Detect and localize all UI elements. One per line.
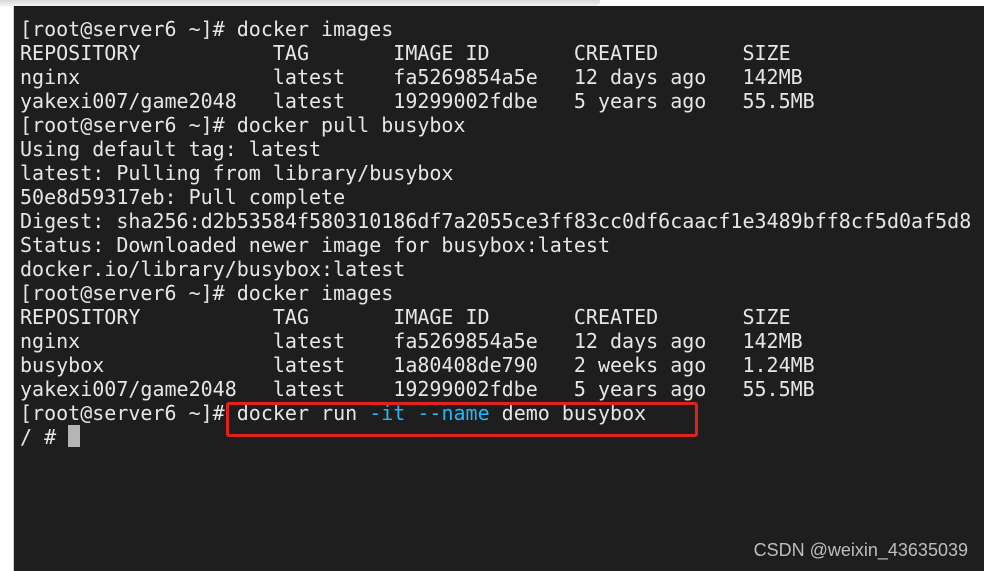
command-args: demo busybox xyxy=(489,401,647,425)
terminal-line: nginx latest fa5269854a5e 12 days ago 14… xyxy=(20,329,803,353)
terminal-line: docker.io/library/busybox:latest xyxy=(20,257,406,281)
watermark: CSDN @weixin_43635039 xyxy=(753,540,968,560)
terminal-line: busybox latest 1a80408de790 2 weeks ago … xyxy=(20,353,815,377)
terminal-line: Using default tag: latest xyxy=(20,137,322,161)
screenshot-window: [root@server6 ~]# docker images REPOSITO… xyxy=(0,0,984,571)
terminal-cursor xyxy=(68,425,81,447)
terminal-line: yakexi007/game2048 latest 19299002fdbe 5… xyxy=(20,89,815,113)
command-space xyxy=(405,401,417,425)
terminal-line: yakexi007/game2048 latest 19299002fdbe 5… xyxy=(20,377,815,401)
terminal-line: [root@server6 ~]# docker pull busybox xyxy=(20,113,466,137)
terminal-output: [root@server6 ~]# docker images REPOSITO… xyxy=(20,17,971,449)
terminal-line: 50e8d59317eb: Pull complete xyxy=(20,185,346,209)
flag-it: -it xyxy=(369,401,406,425)
terminal-pane[interactable]: [root@server6 ~]# docker images REPOSITO… xyxy=(14,6,984,571)
window-left-border xyxy=(0,6,14,571)
terminal-line: Digest: sha256:d2b53584f580310186df7a205… xyxy=(20,209,972,233)
command-text: docker run xyxy=(224,401,370,425)
terminal-line: [root@server6 ~]# docker images xyxy=(20,281,394,305)
terminal-line: Status: Downloaded newer image for busyb… xyxy=(20,233,611,257)
shell-prompt: / # xyxy=(20,425,69,449)
shell-prompt-line[interactable]: / # xyxy=(20,425,971,449)
terminal-line: [root@server6 ~]# docker images xyxy=(20,17,394,41)
prompt: [root@server6 ~]# xyxy=(20,401,225,425)
terminal-line: nginx latest fa5269854a5e 12 days ago 14… xyxy=(20,65,803,89)
terminal-line: latest: Pulling from library/busybox xyxy=(20,161,454,185)
flag-name: --name xyxy=(417,401,490,425)
terminal-line: REPOSITORY TAG IMAGE ID CREATED SIZE xyxy=(20,41,791,65)
terminal-line: REPOSITORY TAG IMAGE ID CREATED SIZE xyxy=(20,305,791,329)
docker-run-command-line: [root@server6 ~]# docker run -it --name … xyxy=(20,401,971,425)
